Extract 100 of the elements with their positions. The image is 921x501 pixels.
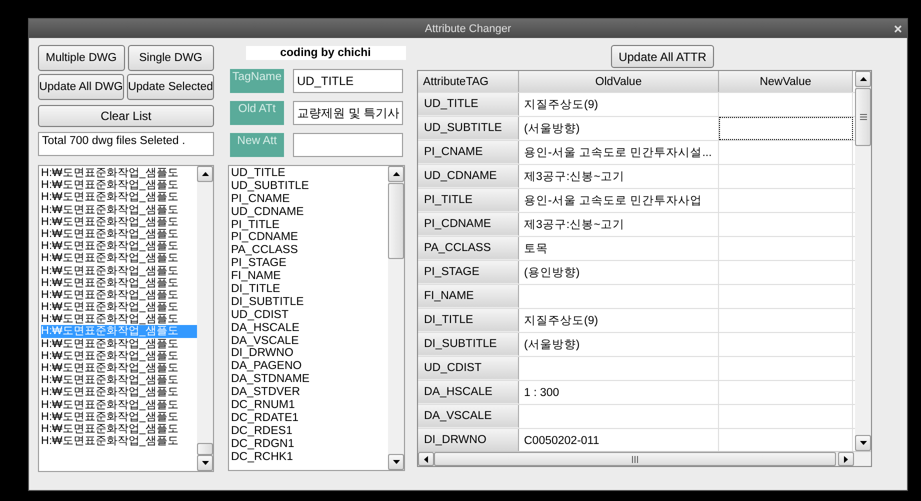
tag-item[interactable]: DC_RDGN1	[231, 438, 388, 451]
row-header[interactable]: UD_TITLE	[418, 93, 519, 116]
row-header[interactable]: DI_DRWNO	[418, 429, 519, 451]
single-dwg-button[interactable]: Single DWG	[128, 45, 214, 71]
tag-item[interactable]: UD_CDNAME	[231, 206, 388, 219]
file-item[interactable]: H:₩도면표준화작업_샘플도	[41, 350, 197, 362]
file-item[interactable]: H:₩도면표준화작업_샘플도	[41, 301, 197, 314]
row-header[interactable]: DI_SUBTITLE	[418, 333, 519, 356]
row-header[interactable]: DI_TITLE	[418, 309, 519, 332]
table-cell[interactable]: 지질주상도(9)	[519, 93, 719, 116]
tag-item[interactable]: PI_CDNAME	[231, 231, 388, 244]
row-header[interactable]: PI_STAGE	[418, 261, 519, 284]
row-header[interactable]: PI_CNAME	[418, 141, 519, 164]
scroll-down-button[interactable]	[197, 455, 213, 471]
file-item[interactable]: H:₩도면표준화작업_샘플도	[41, 228, 197, 240]
scroll-thumb[interactable]	[434, 452, 836, 466]
file-item[interactable]: H:₩도면표준화작업_샘플도	[41, 252, 197, 264]
multiple-dwg-button[interactable]: Multiple DWG	[38, 45, 124, 71]
table-cell[interactable]: 1 : 300	[519, 381, 719, 404]
tag-item[interactable]: PA_CCLASS	[231, 244, 388, 258]
scroll-up-button[interactable]	[388, 166, 404, 182]
file-item[interactable]: H:₩도면표준화작업_샘플도	[41, 179, 197, 192]
update-all-dwg-button[interactable]: Update All DWG	[38, 74, 124, 100]
tag-item[interactable]: DA_PAGENO	[231, 360, 388, 374]
row-header[interactable]: UD_CDNAME	[418, 165, 519, 188]
table-cell[interactable]: (서울방향)	[519, 117, 719, 140]
scroll-right-button[interactable]	[838, 452, 854, 466]
scroll-thumb[interactable]	[197, 443, 213, 455]
input-field[interactable]: 교량제원 및 특기사	[293, 101, 403, 125]
tag-item[interactable]: FI_NAME	[231, 270, 388, 284]
file-item[interactable]: H:₩도면표준화작업_샘플도	[41, 240, 197, 252]
column-header[interactable]: OldValue	[519, 71, 719, 92]
file-item[interactable]: H:₩도면표준화작업_샘플도	[41, 374, 197, 386]
file-item[interactable]: H:₩도면표준화작업_샘플도	[41, 435, 197, 448]
file-item[interactable]: H:₩도면표준화작업_샘플도	[41, 386, 197, 399]
tag-item[interactable]: DC_RNUM1	[231, 399, 388, 412]
scroll-up-button[interactable]	[855, 71, 871, 87]
tag-item[interactable]: DC_RDATE1	[231, 412, 388, 425]
table-cell[interactable]	[719, 117, 853, 140]
file-item[interactable]: H:₩도면표준화작업_샘플도	[41, 338, 197, 350]
file-item[interactable]: H:₩도면표준화작업_샘플도	[41, 204, 197, 216]
row-header[interactable]: UD_CDIST	[418, 357, 519, 380]
row-header[interactable]: DA_VSCALE	[418, 405, 519, 428]
update-selected-button[interactable]: Update Selected	[126, 74, 214, 100]
table-cell[interactable]: 용인-서울 고속도로 민간투자시설...	[519, 141, 719, 164]
row-header[interactable]: PA_CCLASS	[418, 237, 519, 260]
row-header[interactable]: DA_HSCALE	[418, 381, 519, 404]
tag-item[interactable]: DA_VSCALE	[231, 334, 388, 348]
input-field[interactable]: UD_TITLE	[293, 69, 403, 93]
file-item[interactable]: H:₩도면표준화작업_샘플도	[41, 167, 197, 180]
tag-item[interactable]: DA_STDVER	[231, 386, 388, 400]
table-cell[interactable]: (용인방향)	[519, 261, 719, 284]
tag-item[interactable]: DI_TITLE	[231, 283, 388, 296]
table-cell[interactable]: 제3공구:신봉~고기	[519, 213, 719, 236]
table-cell[interactable]: 지질주상도(9)	[519, 309, 719, 332]
tag-item[interactable]: DC_RCHK1	[231, 450, 388, 464]
file-item[interactable]: H:₩도면표준화작업_샘플도	[41, 362, 197, 374]
tag-item[interactable]: PI_TITLE	[231, 218, 388, 232]
tag-item[interactable]: UD_TITLE	[231, 167, 388, 180]
tag-item[interactable]: DA_HSCALE	[231, 322, 388, 335]
tag-item[interactable]: UD_CDIST	[231, 308, 388, 322]
column-header[interactable]: AttributeTAG	[418, 71, 519, 92]
scroll-down-button[interactable]	[388, 454, 404, 470]
row-header[interactable]: PI_CDNAME	[418, 213, 519, 236]
table-cell[interactable]: (서울방향)	[519, 333, 719, 356]
update-all-attr-button[interactable]: Update All ATTR	[611, 45, 714, 68]
column-header[interactable]: NewValue	[719, 71, 853, 92]
scroll-thumb[interactable]	[388, 183, 404, 259]
input-field[interactable]	[293, 133, 403, 157]
triangle-icon	[860, 441, 866, 445]
tag-item[interactable]: DA_STDNAME	[231, 373, 388, 386]
file-item[interactable]: H:₩도면표준화작업_샘플도	[41, 264, 197, 277]
file-item[interactable]: H:₩도면표준화작업_샘플도	[41, 276, 197, 289]
file-item[interactable]: H:₩도면표준화작업_샘플도	[41, 410, 197, 423]
row-header[interactable]: UD_SUBTITLE	[418, 117, 519, 140]
file-item[interactable]: H:₩도면표준화작업_샘플도	[41, 398, 197, 411]
row-header[interactable]: PI_TITLE	[418, 189, 519, 212]
scroll-left-button[interactable]	[418, 452, 434, 466]
tag-item[interactable]: UD_SUBTITLE	[231, 180, 388, 193]
triangle-icon	[202, 461, 208, 465]
tag-item[interactable]: PI_CNAME	[231, 192, 388, 206]
table-cell[interactable]: 토목	[519, 237, 719, 260]
table-cell[interactable]: 제3공구:신봉~고기	[519, 165, 719, 188]
close-icon[interactable]	[894, 25, 902, 33]
clear-list-button[interactable]: Clear List	[38, 105, 214, 127]
file-item[interactable]: H:₩도면표준화작업_샘플도	[41, 288, 197, 302]
scroll-thumb[interactable]	[855, 88, 871, 146]
row-header[interactable]: FI_NAME	[418, 285, 519, 308]
file-item[interactable]: H:₩도면표준화작업_샘플도	[41, 191, 197, 204]
file-item[interactable]: H:₩도면표준화작업_샘플도	[41, 422, 197, 436]
file-item[interactable]: H:₩도면표준화작업_샘플도	[41, 313, 197, 326]
tag-item[interactable]: PI_STAGE	[231, 257, 388, 270]
tag-item[interactable]: DI_DRWNO	[231, 347, 388, 360]
scroll-down-button[interactable]	[855, 435, 871, 451]
table-cell[interactable]: 용인-서울 고속도로 민간투자사업	[519, 189, 719, 212]
tag-item[interactable]: DC_RDES1	[231, 424, 388, 438]
tag-item[interactable]: DI_SUBTITLE	[231, 296, 388, 309]
scroll-up-button[interactable]	[197, 166, 213, 182]
file-item[interactable]: H:₩도면표준화작업_샘플도	[41, 216, 197, 228]
credit-label: coding by chichi	[246, 46, 406, 60]
